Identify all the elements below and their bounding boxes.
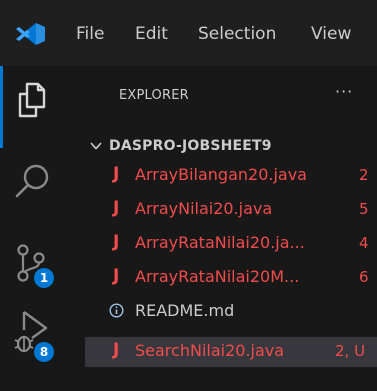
file-item[interactable]: J ArrayRataNilai20.ja... 4 <box>85 229 377 259</box>
search-icon <box>15 164 48 198</box>
file-item-selected[interactable]: J SearchNilai20.java 2, U <box>85 337 377 367</box>
info-icon <box>109 303 124 318</box>
file-item[interactable]: J ArrayNilai20.java 5 <box>85 195 377 225</box>
explorer-sidebar: EXPLORER ··· DASPRO-JOBSHEET9 J ArrayBil… <box>63 66 377 391</box>
problem-count: 4 <box>359 234 369 252</box>
problem-count: 6 <box>359 268 369 286</box>
problem-count: 2, U <box>335 342 366 360</box>
title-bar: File Edit Selection View <box>0 0 377 66</box>
problem-count: 5 <box>359 200 369 218</box>
explorer-title: EXPLORER <box>119 88 189 103</box>
file-name: ArrayRataNilai20M... <box>135 267 300 286</box>
vscode-logo-icon <box>16 23 45 45</box>
more-actions-icon[interactable]: ··· <box>335 82 353 101</box>
menu-view[interactable]: View <box>311 22 351 46</box>
java-icon: J <box>113 198 120 218</box>
menu-edit[interactable]: Edit <box>135 22 168 46</box>
file-name: ArrayRataNilai20.ja... <box>135 233 305 252</box>
activity-source-control[interactable]: 1 <box>0 242 63 288</box>
activity-search[interactable] <box>0 162 63 202</box>
activity-bar: 1 8 <box>0 66 63 391</box>
file-item[interactable]: J ArrayRataNilai20M... 6 <box>85 263 377 293</box>
folder-name: DASPRO-JOBSHEET9 <box>109 138 272 154</box>
file-item[interactable]: J ArrayBilangan20.java 2 <box>85 161 377 191</box>
file-item[interactable]: README.md <box>85 297 377 327</box>
java-icon: J <box>113 266 120 286</box>
file-name: README.md <box>135 301 235 320</box>
menu-file[interactable]: File <box>76 22 104 46</box>
activity-run-debug[interactable]: 8 <box>0 306 63 362</box>
workspace-folder[interactable]: DASPRO-JOBSHEET9 <box>89 134 272 158</box>
java-icon: J <box>113 340 120 360</box>
java-icon: J <box>113 232 120 252</box>
file-name: ArrayBilangan20.java <box>135 165 307 184</box>
java-icon: J <box>113 164 120 184</box>
file-name: ArrayNilai20.java <box>135 199 273 218</box>
run-debug-badge: 8 <box>34 342 54 362</box>
menu-selection[interactable]: Selection <box>198 22 276 46</box>
files-icon <box>18 82 45 118</box>
activity-explorer[interactable] <box>0 80 63 120</box>
source-control-badge: 1 <box>34 268 54 288</box>
file-name: SearchNilai20.java <box>135 341 285 360</box>
vscode-window: File Edit Selection View 1 8 EXPLORER ··… <box>0 0 377 391</box>
chevron-down-icon <box>90 142 102 150</box>
problem-count: 2 <box>359 166 369 184</box>
